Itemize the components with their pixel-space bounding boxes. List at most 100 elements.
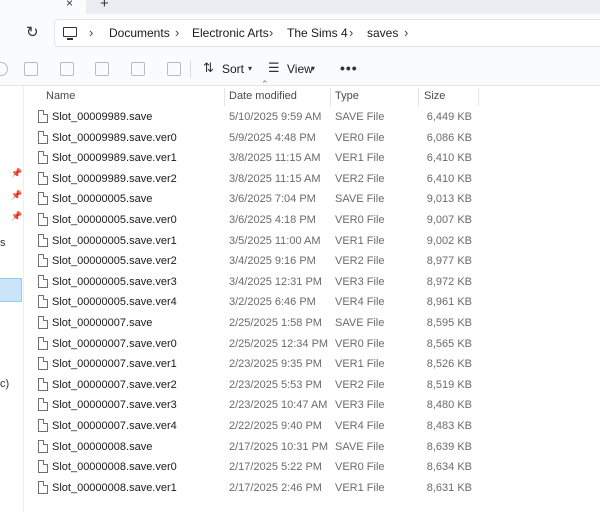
table-row[interactable]: Slot_00000005.save.ver2 3/4/2025 9:16 PM V… xyxy=(26,252,600,272)
file-type: VER1 File xyxy=(335,481,385,494)
file-name[interactable]: Slot_00000007.save.ver3 xyxy=(52,399,177,411)
table-row[interactable]: Slot_00000005.save 3/6/2025 7:04 PM SAVE F… xyxy=(26,190,600,210)
breadcrumb-the-sims-4[interactable]: The Sims 4 xyxy=(287,26,348,40)
table-row[interactable]: Slot_00009989.save.ver2 3/8/2025 11:15 AM… xyxy=(26,170,600,190)
column-header-name[interactable]: Name xyxy=(46,86,75,106)
file-size: 6,410 KB xyxy=(426,152,472,165)
breadcrumb-chevron-icon[interactable]: › xyxy=(175,25,179,40)
table-row[interactable]: Slot_00000005.save.ver3 3/4/2025 12:31 PM… xyxy=(26,273,600,293)
file-date-modified: 5/9/2025 4:48 PM xyxy=(229,131,316,144)
pin-icon[interactable]: 📌 xyxy=(11,168,22,179)
table-row[interactable]: Slot_00000007.save.ver0 2/25/2025 12:34 P… xyxy=(26,335,600,355)
file-name[interactable]: Slot_00000007.save.ver0 xyxy=(52,338,177,350)
table-row[interactable]: Slot_00000008.save.ver1 2/17/2025 2:46 PM… xyxy=(26,479,600,499)
view-chevron-down-icon[interactable]: ▾ xyxy=(311,64,315,73)
this-pc-icon[interactable] xyxy=(63,27,77,40)
file-name[interactable]: Slot_00009989.save.ver1 xyxy=(52,152,177,164)
paste-icon[interactable] xyxy=(60,62,74,76)
column-divider[interactable] xyxy=(330,88,331,106)
breadcrumb-chevron-icon[interactable]: › xyxy=(404,25,408,40)
file-date-modified: 3/2/2025 6:46 PM xyxy=(229,296,316,309)
pin-icon[interactable]: 📌 xyxy=(11,211,22,222)
column-header-row: Name Date modified ⌃ Type Size xyxy=(26,79,600,106)
file-name[interactable]: Slot_00000005.save.ver4 xyxy=(52,296,177,308)
file-name[interactable]: Slot_00009989.save.ver0 xyxy=(52,132,177,144)
file-icon xyxy=(38,295,48,309)
active-tab[interactable]: × xyxy=(0,0,86,14)
file-name[interactable]: Slot_00000007.save.ver4 xyxy=(52,420,177,432)
file-type: VER0 File xyxy=(335,337,385,350)
table-row[interactable]: Slot_00000008.save.ver0 2/17/2025 5:22 PM… xyxy=(26,458,600,478)
file-size: 6,086 KB xyxy=(426,131,472,144)
file-icon xyxy=(38,110,48,123)
table-row[interactable]: Slot_00000005.save.ver4 3/2/2025 6:46 PM V… xyxy=(26,293,600,313)
breadcrumb-chevron-icon[interactable]: › xyxy=(89,25,93,40)
breadcrumb-documents[interactable]: Documents xyxy=(109,26,170,40)
view-button[interactable]: View xyxy=(287,62,313,76)
sort-button[interactable]: Sort xyxy=(222,62,244,76)
file-size: 9,013 KB xyxy=(426,193,472,206)
column-divider[interactable] xyxy=(224,88,225,106)
file-name[interactable]: Slot_00009989.save.ver2 xyxy=(52,173,177,185)
file-name[interactable]: Slot_00000008.save xyxy=(52,441,152,453)
table-row[interactable]: Slot_00000005.save.ver1 3/5/2025 11:00 AM… xyxy=(26,232,600,252)
file-name[interactable]: Slot_00000005.save.ver1 xyxy=(52,235,177,247)
file-name[interactable]: Slot_00000008.save.ver1 xyxy=(52,482,177,494)
address-bar[interactable]: › Documents › Electronic Arts › The Sims… xyxy=(54,19,600,47)
pin-icon[interactable]: 📌 xyxy=(11,190,22,201)
file-size: 8,519 KB xyxy=(426,378,472,391)
table-row[interactable]: Slot_00000007.save.ver1 2/23/2025 9:35 PM… xyxy=(26,355,600,375)
sort-icon[interactable]: ⇅ xyxy=(203,60,214,76)
file-type: SAVE File xyxy=(335,440,385,453)
new-tab-icon[interactable]: + xyxy=(100,0,109,12)
more-options-icon[interactable]: ••• xyxy=(340,60,358,76)
nav-item-label[interactable]: c) xyxy=(0,378,9,390)
table-row[interactable]: Slot_00009989.save 5/10/2025 9:59 AM SAVE … xyxy=(26,108,600,128)
refresh-icon[interactable]: ↻ xyxy=(26,23,39,41)
breadcrumb-electronic-arts[interactable]: Electronic Arts xyxy=(192,26,269,40)
nav-item-selected[interactable] xyxy=(0,278,22,302)
table-row[interactable]: Slot_00000007.save.ver2 2/23/2025 5:53 PM… xyxy=(26,376,600,396)
file-name[interactable]: Slot_00000007.save.ver1 xyxy=(52,358,177,370)
file-name[interactable]: Slot_00000005.save.ver3 xyxy=(52,276,177,288)
share-icon[interactable] xyxy=(131,62,145,76)
delete-icon[interactable] xyxy=(167,62,181,76)
file-date-modified: 3/4/2025 9:16 PM xyxy=(229,255,316,268)
file-icon xyxy=(38,171,48,185)
file-name[interactable]: Slot_00000005.save.ver2 xyxy=(52,255,177,267)
breadcrumb-saves[interactable]: saves xyxy=(367,26,398,40)
file-name[interactable]: Slot_00000007.save xyxy=(52,317,152,329)
rename-icon[interactable] xyxy=(95,62,109,76)
table-row[interactable]: Slot_00000007.save.ver4 2/22/2025 9:40 PM… xyxy=(26,417,600,437)
file-date-modified: 2/22/2025 9:40 PM xyxy=(229,420,322,432)
column-divider[interactable] xyxy=(478,88,479,106)
table-row[interactable]: Slot_00000008.save 2/17/2025 10:31 PM SAVE… xyxy=(26,438,600,458)
column-header-size[interactable]: Size xyxy=(424,86,445,106)
table-row[interactable]: Slot_00000005.save.ver0 3/6/2025 4:18 PM V… xyxy=(26,211,600,231)
column-divider[interactable] xyxy=(418,88,419,106)
file-icon xyxy=(38,254,48,268)
new-icon[interactable] xyxy=(0,62,8,76)
file-date-modified: 3/6/2025 7:04 PM xyxy=(229,193,316,206)
sort-chevron-down-icon[interactable]: ▾ xyxy=(248,64,252,73)
column-header-type[interactable]: Type xyxy=(335,86,359,106)
breadcrumb-chevron-icon[interactable]: › xyxy=(349,25,353,40)
file-name[interactable]: Slot_00000007.save.ver2 xyxy=(52,379,177,391)
table-row[interactable]: Slot_00009989.save.ver0 5/9/2025 4:48 PM V… xyxy=(26,129,600,149)
table-row[interactable]: Slot_00009989.save.ver1 3/8/2025 11:15 AM… xyxy=(26,149,600,169)
file-icon xyxy=(38,480,48,494)
close-tab-icon[interactable]: × xyxy=(66,0,73,10)
file-name[interactable]: Slot_00009989.save xyxy=(52,111,152,123)
breadcrumb-chevron-icon[interactable]: › xyxy=(269,25,273,40)
file-date-modified: 3/6/2025 4:18 PM xyxy=(229,214,316,226)
nav-item-label[interactable]: s xyxy=(0,237,6,249)
copy-icon[interactable] xyxy=(24,62,38,76)
file-name[interactable]: Slot_00000005.save.ver0 xyxy=(52,214,177,226)
navigation-pane: 📌 📌 📌 s c) xyxy=(0,86,24,512)
table-row[interactable]: Slot_00000007.save 2/25/2025 1:58 PM SAVE … xyxy=(26,314,600,334)
file-name[interactable]: Slot_00000005.save xyxy=(52,193,152,205)
table-row[interactable]: Slot_00000007.save.ver3 2/23/2025 10:47 A… xyxy=(26,396,600,416)
file-icon xyxy=(38,316,48,329)
view-icon[interactable]: ☰ xyxy=(268,60,280,76)
file-name[interactable]: Slot_00000008.save.ver0 xyxy=(52,461,177,473)
